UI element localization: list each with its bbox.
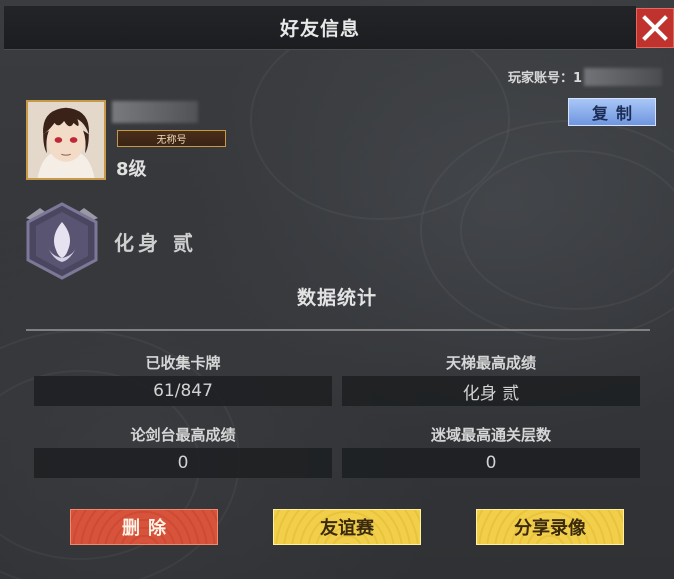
- friend-info-dialog: 好友信息 玩家账号：1 复制 无称号 8级 化身 贰 数据统计 已收集卡牌 61…: [0, 0, 674, 579]
- stats-section-title: 数据统计: [296, 287, 377, 309]
- stat-label-maze: 迷域最高通关层数: [430, 426, 551, 444]
- rank-name: 化身 贰: [114, 231, 197, 255]
- dialog-titlebar: 好友信息: [4, 6, 636, 50]
- stat-value-arena: 0: [34, 448, 332, 478]
- player-level: 8级: [116, 159, 147, 180]
- player-title-badge: 无称号: [117, 130, 226, 147]
- close-button[interactable]: [636, 8, 674, 48]
- background-swirl: [250, 20, 510, 220]
- flame-emblem-icon: [26, 202, 98, 280]
- close-x-icon: [642, 15, 668, 41]
- stat-label-ladder: 天梯最高成绩: [445, 354, 536, 372]
- avatar-portrait-icon: [28, 102, 104, 178]
- player-account: 玩家账号：1: [508, 67, 663, 86]
- share-replay-button[interactable]: 分享录像: [476, 509, 624, 545]
- copy-account-button[interactable]: 复制: [568, 98, 656, 126]
- stat-value-ladder: 化身 贰: [342, 376, 640, 406]
- player-name-mask: [112, 101, 198, 123]
- stat-value-cards: 61/847: [34, 376, 332, 406]
- avatar: [26, 100, 106, 180]
- stat-value-maze: 0: [342, 448, 640, 478]
- stats-divider: [26, 329, 650, 331]
- stat-label-cards: 已收集卡牌: [145, 354, 221, 372]
- account-label: 玩家账号：1: [508, 71, 583, 86]
- dialog-title: 好友信息: [279, 18, 360, 40]
- delete-friend-button[interactable]: 删除: [70, 509, 218, 545]
- account-id-mask: [584, 67, 663, 86]
- friendly-match-button[interactable]: 友谊赛: [273, 509, 421, 545]
- stat-label-arena: 论剑台最高成绩: [130, 426, 236, 444]
